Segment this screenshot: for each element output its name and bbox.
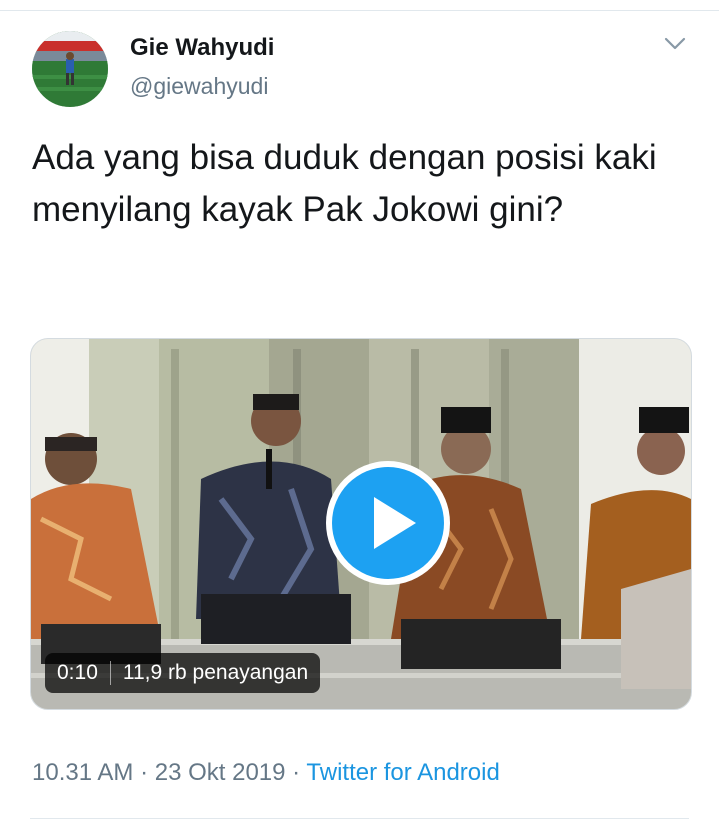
tweet-meta: 10.31 AM · 23 Okt 2019 · Twitter for And… [32, 757, 500, 789]
tweet-source-link[interactable]: Twitter for Android [306, 759, 499, 786]
tweet-text: Ada yang bisa duduk dengan posisi kaki m… [32, 138, 657, 229]
chevron-down-icon[interactable] [660, 32, 690, 56]
video-views: 11,9 rb penayangan [122, 661, 309, 684]
avatar-image [32, 31, 108, 107]
video-stats-badge: 0:10 11,9 rb penayangan [45, 653, 321, 693]
video-duration: 0:10 [57, 661, 98, 684]
meta-separator: · [285, 759, 307, 786]
play-icon[interactable] [324, 459, 452, 587]
author-handle[interactable]: @giewahyudi [130, 72, 268, 100]
bottom-divider [30, 818, 689, 819]
tweet-date: 23 Okt 2019 [154, 759, 286, 786]
tweet-card: Gie Wahyudi @giewahyudi Ada yang bisa du… [0, 0, 719, 828]
top-divider [0, 10, 719, 11]
meta-separator: · [133, 759, 155, 786]
avatar[interactable] [32, 31, 108, 107]
tweet-time: 10.31 AM [32, 759, 134, 786]
author-name[interactable]: Gie Wahyudi [130, 34, 274, 62]
stats-divider [109, 661, 111, 685]
video-player[interactable]: 0:10 11,9 rb penayangan [30, 338, 692, 710]
